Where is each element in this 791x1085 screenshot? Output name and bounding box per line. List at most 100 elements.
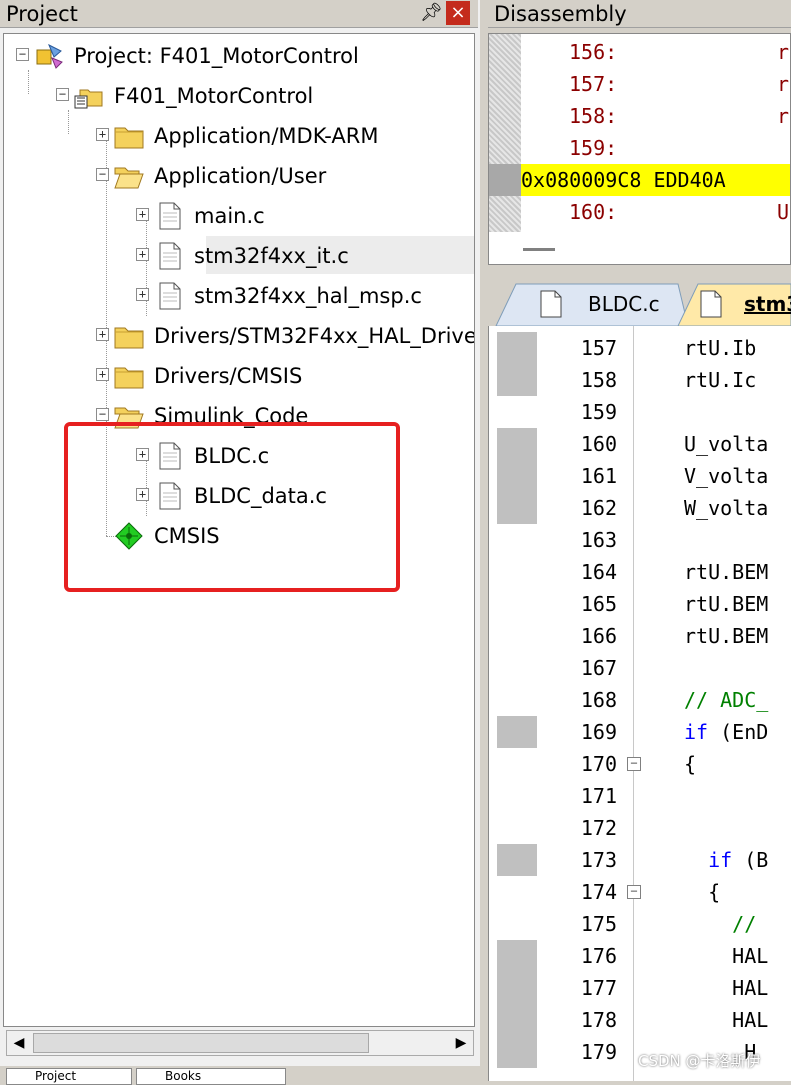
tab-books[interactable]: Books (136, 1068, 286, 1085)
line-number: 168 (580, 688, 617, 712)
line-number: 160 (580, 432, 617, 456)
pane-splitter[interactable] (480, 0, 488, 1081)
tree-item-main-c[interactable]: + main.c (4, 196, 474, 236)
tree-item-label: Project: F401_MotorControl (74, 44, 359, 68)
code-line-163[interactable]: 163 (489, 524, 791, 556)
code-line-173[interactable]: 173 if (B (489, 844, 791, 876)
tree-item-stm32f4xx-it-c[interactable]: + stm32f4xx_it.c (4, 236, 474, 276)
code-line-167[interactable]: 167 (489, 652, 791, 684)
source-line-number: 158: (569, 104, 618, 128)
code-coverage-marker (497, 492, 537, 524)
code-line-164[interactable]: 164 rtU.BEM (489, 556, 791, 588)
file-icon (700, 290, 722, 322)
source-line-number: 157: (569, 72, 618, 96)
code-text: rtU.BEM (684, 560, 769, 584)
scrollbar-thumb[interactable] (33, 1033, 369, 1053)
code-line-160[interactable]: 160 U_volta (489, 428, 791, 460)
code-line-158[interactable]: 158 rtU.Ic (489, 364, 791, 396)
scroll-left-icon[interactable]: ◀ (7, 1031, 31, 1055)
disassembly-source-line[interactable]: 158: r (489, 100, 790, 132)
code-line-175[interactable]: 175 // (489, 908, 791, 940)
tab-label: BLDC.c (588, 292, 660, 316)
code-line-165[interactable]: 165 rtU.BEM (489, 588, 791, 620)
fold-collapse-icon[interactable]: − (627, 757, 641, 771)
code-text: HAL (684, 976, 769, 1000)
collapse-icon[interactable]: − (56, 88, 69, 101)
code-line-174[interactable]: 174− { (489, 876, 791, 908)
code-line-170[interactable]: 170− { (489, 748, 791, 780)
code-line-171[interactable]: 171 (489, 780, 791, 812)
tab-project[interactable]: Project (6, 1068, 132, 1085)
code-line-172[interactable]: 172 (489, 812, 791, 844)
horizontal-scrollbar[interactable]: ◀ ▶ (6, 1030, 474, 1056)
disassembly-source-line[interactable]: 156: r (489, 36, 790, 68)
line-number: 169 (580, 720, 617, 744)
expand-icon[interactable]: + (96, 368, 109, 381)
tree-item-f401-motorcontrol[interactable]: − F401_MotorControl (4, 76, 474, 116)
code-line-168[interactable]: 168 // ADC_ (489, 684, 791, 716)
source-line-number: 159: (569, 136, 618, 160)
code-text: // (684, 912, 757, 936)
tree-item-label: Application/User (154, 164, 327, 188)
tree-item-label: Drivers/CMSIS (154, 364, 303, 388)
code-line-157[interactable]: 157 rtU.Ib (489, 332, 791, 364)
code-coverage-marker (497, 716, 537, 748)
disassembly-title: Disassembly (494, 2, 627, 26)
code-line-159[interactable]: 159 (489, 396, 791, 428)
line-number: 171 (580, 784, 617, 808)
code-line-177[interactable]: 177 HAL (489, 972, 791, 1004)
tree-item-drivers-stm32f4xx-hal-driver[interactable]: + Drivers/STM32F4xx_HAL_Driver (4, 316, 474, 356)
execution-marker (489, 164, 521, 196)
code-text: HAL (684, 1008, 769, 1032)
line-number: 162 (580, 496, 617, 520)
collapse-icon[interactable]: − (96, 168, 109, 181)
expand-icon[interactable]: + (136, 248, 149, 261)
file-icon (540, 290, 562, 322)
code-coverage-marker (497, 972, 537, 1004)
code-line-176[interactable]: 176 HAL (489, 940, 791, 972)
expand-icon[interactable]: + (96, 128, 109, 141)
watermark-text: CSDN @卡洛斯伊 (638, 1052, 761, 1070)
code-coverage-marker (497, 364, 537, 396)
code-line-161[interactable]: 161 V_volta (489, 460, 791, 492)
code-text: W_volta (684, 496, 769, 520)
pin-icon[interactable]: 📌︎ (420, 2, 443, 24)
tree-item-application-user[interactable]: − Application/User (4, 156, 474, 196)
tree-item-project-f401-motorcontrol[interactable]: − Project: F401_MotorControl (4, 36, 474, 76)
tree-item-application-mdk-arm[interactable]: + Application/MDK-ARM (4, 116, 474, 156)
disassembly-source-line[interactable]: 157: r (489, 68, 790, 100)
code-coverage-marker (497, 332, 537, 364)
tree-item-stm32f4xx-hal-msp-c[interactable]: + stm32f4xx_hal_msp.c (4, 276, 474, 316)
tree-item-label: F401_MotorControl (114, 84, 314, 108)
close-icon[interactable]: × (446, 1, 470, 25)
tab-label: stm3 (744, 292, 791, 316)
collapse-icon[interactable]: − (96, 408, 109, 421)
file-icon (154, 282, 184, 310)
code-line-166[interactable]: 166 rtU.BEM (489, 620, 791, 652)
expand-icon[interactable]: + (96, 328, 109, 341)
source-line-number: 156: (569, 40, 618, 64)
tree-item-label: stm32f4xx_it.c (194, 244, 349, 268)
line-number: 157 (580, 336, 617, 360)
code-coverage-marker (497, 460, 537, 492)
expand-icon[interactable]: + (136, 288, 149, 301)
disassembly-source-line[interactable]: 160: U (489, 196, 790, 228)
tree-item-drivers-cmsis[interactable]: + Drivers/CMSIS (4, 356, 474, 396)
expand-icon[interactable]: + (136, 208, 149, 221)
scroll-right-icon[interactable]: ▶ (449, 1031, 473, 1055)
project-tree[interactable]: − Project: F401_MotorControl − F401_MotorCo… (3, 33, 475, 1027)
code-editor[interactable]: 157 rtU.Ib 158 rtU.Ic 159 160 U_volta 161 V_volt… (488, 326, 791, 1081)
disassembly-pane[interactable]: 156: r 157: r 158: r 159: 0x080009C8 EDD40A 160:… (488, 33, 791, 265)
source-line-text: r (777, 104, 790, 128)
code-text: rtU.BEM (684, 624, 769, 648)
line-number: 177 (580, 976, 617, 1000)
disassembly-scroll-indicator[interactable] (523, 248, 555, 251)
disassembly-current-instruction[interactable]: 0x080009C8 EDD40A (489, 164, 790, 196)
disassembly-source-line[interactable]: 159: (489, 132, 790, 164)
collapse-icon[interactable]: − (16, 48, 29, 61)
code-line-162[interactable]: 162 W_volta (489, 492, 791, 524)
line-number: 158 (580, 368, 617, 392)
code-line-169[interactable]: 169 if (EnD (489, 716, 791, 748)
fold-collapse-icon[interactable]: − (627, 885, 641, 899)
code-line-178[interactable]: 178 HAL (489, 1004, 791, 1036)
